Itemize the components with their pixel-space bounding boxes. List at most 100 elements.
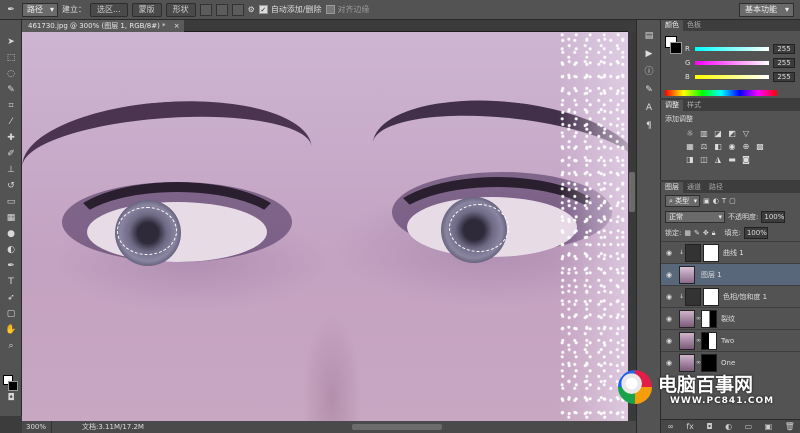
green-slider[interactable]	[695, 61, 769, 65]
dodge-tool-icon[interactable]: ◐	[4, 244, 18, 256]
layer-mask-thumbnail[interactable]	[701, 332, 717, 350]
lock-position-icon[interactable]: ✥	[703, 229, 709, 237]
eraser-tool-icon[interactable]: ▭	[4, 196, 18, 208]
right-eye-selection[interactable]	[449, 204, 509, 252]
tab-adjustments[interactable]: 调整	[661, 100, 683, 111]
tab-layers[interactable]: 图层	[661, 182, 683, 193]
lock-image-icon[interactable]: ✎	[694, 229, 700, 237]
path-select-tool-icon[interactable]: ➶	[4, 292, 18, 304]
history-brush-tool-icon[interactable]: ↺	[4, 180, 18, 192]
color-spectrum[interactable]	[665, 90, 777, 96]
path-ops-icon[interactable]	[199, 3, 212, 16]
tab-color[interactable]: 颜色	[661, 20, 683, 31]
layer-mask-thumbnail[interactable]	[703, 288, 719, 306]
vertical-scrollbar[interactable]	[628, 32, 636, 421]
pen-mode-select[interactable]: 路径	[22, 2, 58, 17]
layer-row[interactable]: ◉ ↓ 曲线 1	[661, 241, 800, 263]
quick-mask-icon[interactable]: ◘	[4, 392, 18, 404]
layer-kind-select[interactable]: ⌕ 类型	[665, 195, 701, 207]
filter-type-icon[interactable]: T	[722, 197, 726, 205]
channel-mixer-icon[interactable]: ⊕	[741, 142, 751, 151]
hue-saturation-icon[interactable]: ▦	[685, 142, 695, 151]
path-align-icon[interactable]	[215, 3, 228, 16]
workspace-select[interactable]: 基本功能	[739, 3, 794, 17]
filter-pixel-icon[interactable]: ▣	[703, 197, 710, 205]
mask-button[interactable]: 蒙版	[131, 2, 162, 17]
paragraph-panel-icon[interactable]: ¶	[642, 120, 656, 132]
layer-row[interactable]: ◉ ↓ 色相/饱和度 1	[661, 285, 800, 307]
tab-swatches[interactable]: 色板	[683, 20, 705, 31]
selective-color-icon[interactable]: ◙	[741, 155, 751, 164]
document-canvas[interactable]	[22, 32, 628, 421]
stamp-tool-icon[interactable]: ⊥	[4, 164, 18, 176]
pen-tool-icon[interactable]: ✒	[4, 260, 18, 272]
tab-paths[interactable]: 路径	[705, 182, 727, 193]
vertical-scroll-thumb[interactable]	[629, 172, 635, 212]
shape-button[interactable]: 形状	[165, 2, 196, 17]
zoom-tool-icon[interactable]: ⌕	[4, 340, 18, 352]
filter-adjust-icon[interactable]: ◐	[713, 197, 719, 205]
link-layers-icon[interactable]: ∞	[667, 420, 674, 433]
path-arrange-icon[interactable]	[231, 3, 244, 16]
layer-mask-thumbnail[interactable]	[703, 244, 719, 262]
new-layer-icon[interactable]: ▣	[765, 420, 773, 433]
gradient-tool-icon[interactable]: ▦	[4, 212, 18, 224]
layer-row[interactable]: ◉ ∞ Two	[661, 329, 800, 351]
pen-tool-icon[interactable]: ✒	[4, 4, 18, 16]
blue-value[interactable]: 255	[773, 72, 795, 82]
hand-tool-icon[interactable]: ✋	[4, 324, 18, 336]
eyedropper-tool-icon[interactable]: ⁄	[4, 116, 18, 128]
red-value[interactable]: 255	[773, 44, 795, 54]
quick-select-tool-icon[interactable]: ✎	[4, 84, 18, 96]
red-slider[interactable]	[695, 47, 769, 51]
marquee-tool-icon[interactable]: ⬚	[4, 52, 18, 64]
move-tool-icon[interactable]: ➤	[4, 36, 18, 48]
threshold-icon[interactable]: ◮	[713, 155, 723, 164]
vibrance-icon[interactable]: ▽	[741, 129, 751, 138]
horizontal-scroll-thumb[interactable]	[352, 424, 442, 430]
tab-channels[interactable]: 通道	[683, 182, 705, 193]
trash-icon[interactable]: 🗑︎	[785, 420, 795, 433]
exposure-icon[interactable]: ◩	[727, 129, 737, 138]
new-adjustment-icon[interactable]: ◐	[725, 420, 732, 433]
panel-background-swatch[interactable]	[670, 42, 682, 54]
brush-tool-icon[interactable]: ✐	[4, 148, 18, 160]
layer-row[interactable]: ◉ ∞ 裂纹	[661, 307, 800, 329]
lasso-tool-icon[interactable]: ◌	[4, 68, 18, 80]
color-balance-icon[interactable]: ⚖	[699, 142, 709, 151]
blur-tool-icon[interactable]: ●	[4, 228, 18, 240]
posterize-icon[interactable]: ◫	[699, 155, 709, 164]
document-tab[interactable]: 461730.jpg @ 300% (图层 1, RGB/8#) * ×	[22, 20, 184, 32]
selection-button[interactable]: 选区...	[90, 2, 128, 17]
crop-tool-icon[interactable]: ⌗	[4, 100, 18, 112]
eye-icon[interactable]: ◉	[663, 308, 675, 330]
layer-mask-thumbnail[interactable]	[701, 310, 717, 328]
levels-icon[interactable]: ▥	[699, 129, 709, 138]
blend-mode-select[interactable]: 正常	[665, 211, 725, 223]
lock-all-icon[interactable]: 🔒︎	[712, 229, 716, 238]
background-color-swatch[interactable]	[8, 381, 18, 391]
black-white-icon[interactable]: ◧	[713, 142, 723, 151]
healing-tool-icon[interactable]: ✚	[4, 132, 18, 144]
left-eye-selection[interactable]	[117, 207, 177, 255]
shape-tool-icon[interactable]: ▢	[4, 308, 18, 320]
fill-input[interactable]: 100%	[743, 227, 768, 239]
add-mask-icon[interactable]: ◘	[706, 420, 712, 433]
history-panel-icon[interactable]: ▤	[642, 30, 656, 42]
gradient-map-icon[interactable]: ▬	[727, 155, 737, 164]
actions-panel-icon[interactable]: ▶	[642, 48, 656, 60]
info-panel-icon[interactable]: ⓘ	[642, 66, 656, 78]
filter-shape-icon[interactable]: ▢	[729, 197, 736, 205]
opacity-input[interactable]: 100%	[761, 211, 786, 223]
fx-icon[interactable]: fx	[686, 420, 694, 433]
align-edges-checkbox[interactable]	[325, 5, 335, 14]
photo-filter-icon[interactable]: ◉	[727, 142, 737, 151]
brightness-icon[interactable]: ☼	[685, 129, 695, 138]
eye-icon[interactable]: ◉	[663, 264, 675, 286]
new-group-icon[interactable]: ▭	[745, 420, 753, 433]
eye-icon[interactable]: ◉	[663, 242, 675, 264]
auto-add-checkbox[interactable]: ✓	[258, 5, 268, 14]
tab-styles[interactable]: 样式	[683, 100, 705, 111]
layer-row[interactable]: ◉ 图层 1	[661, 263, 800, 285]
blue-slider[interactable]	[695, 75, 769, 79]
